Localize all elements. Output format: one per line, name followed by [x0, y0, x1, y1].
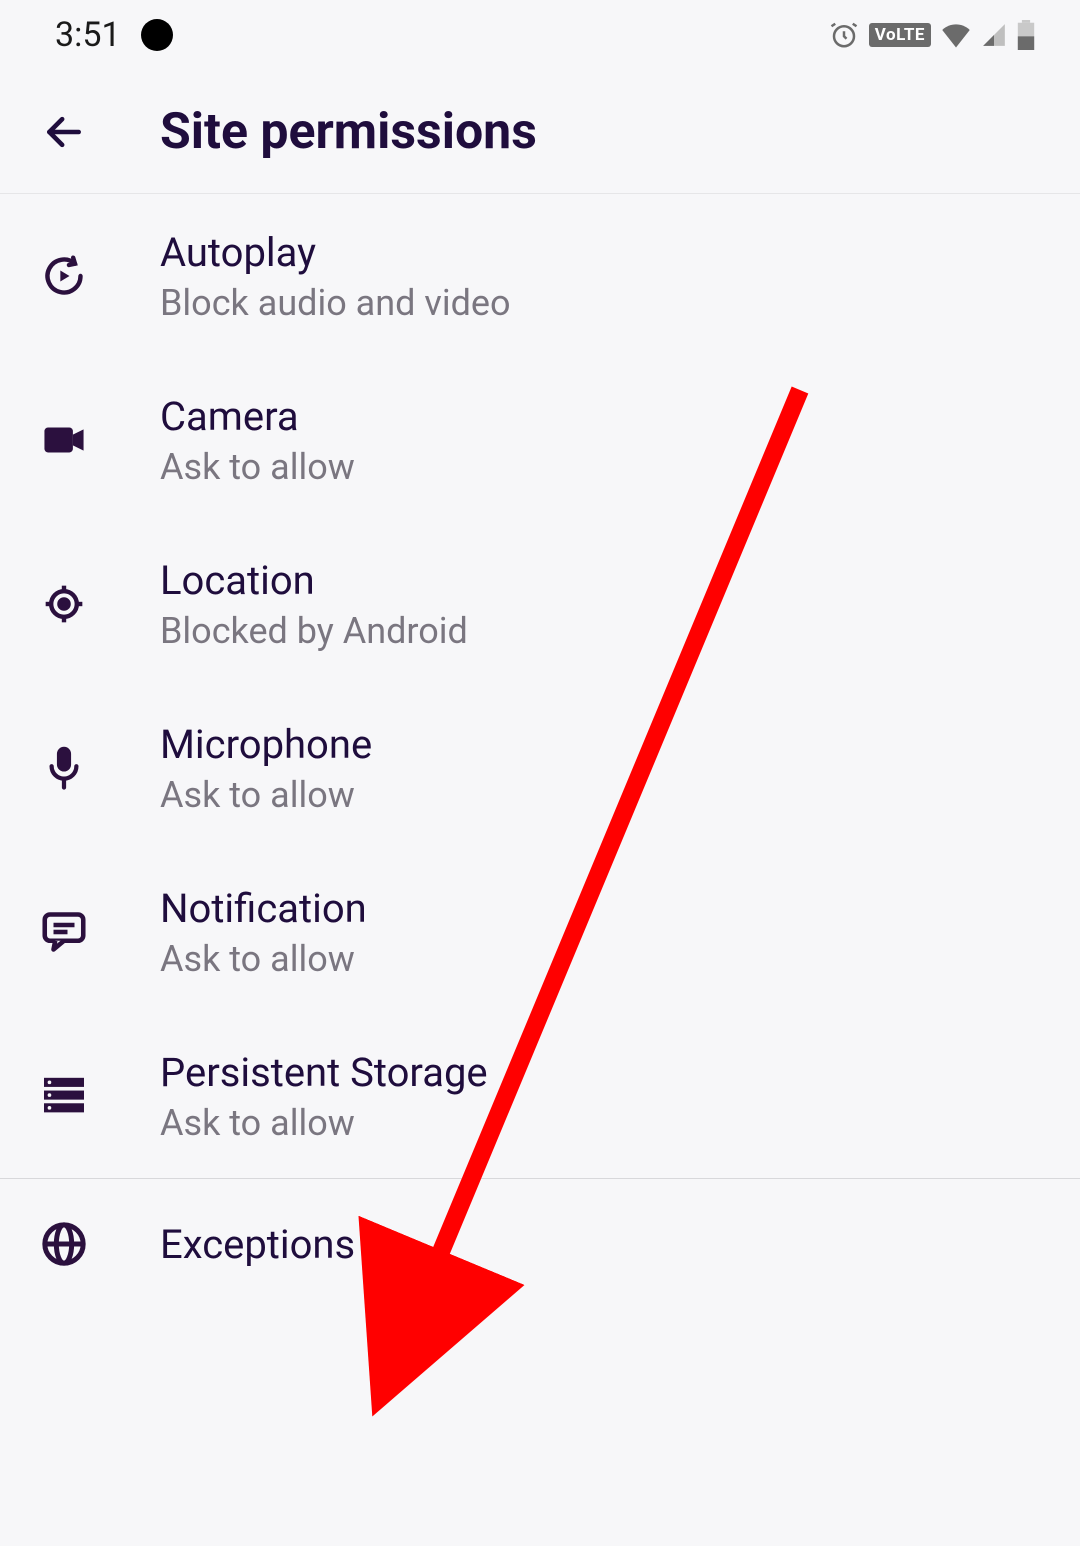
alarm-icon [829, 20, 859, 50]
permission-row-camera[interactable]: Camera Ask to allow [0, 358, 1080, 522]
exceptions-row[interactable]: Exceptions [0, 1179, 1080, 1309]
row-title: Location [160, 557, 468, 604]
row-text: Persistent Storage Ask to allow [160, 1049, 488, 1144]
battery-icon [1017, 20, 1035, 50]
row-subtitle: Ask to allow [160, 938, 367, 980]
row-text: Autoplay Block audio and video [160, 229, 511, 324]
permission-row-microphone[interactable]: Microphone Ask to allow [0, 686, 1080, 850]
row-text: Location Blocked by Android [160, 557, 468, 652]
row-subtitle: Ask to allow [160, 774, 372, 816]
status-right: VoLTE [829, 20, 1035, 50]
app-header: Site permissions [0, 70, 1080, 194]
cellular-icon [981, 22, 1007, 48]
row-subtitle: Ask to allow [160, 1102, 488, 1144]
row-text: Microphone Ask to allow [160, 721, 372, 816]
page-title: Site permissions [160, 103, 537, 161]
row-title: Exceptions [160, 1221, 355, 1268]
status-left: 3:51 [55, 15, 173, 55]
permission-row-location[interactable]: Location Blocked by Android [0, 522, 1080, 686]
status-time: 3:51 [55, 15, 121, 55]
microphone-icon [40, 744, 88, 792]
permissions-list: Autoplay Block audio and video Camera As… [0, 194, 1080, 1309]
permission-row-autoplay[interactable]: Autoplay Block audio and video [0, 194, 1080, 358]
notification-icon [40, 908, 88, 956]
volte-icon: VoLTE [869, 23, 931, 47]
camera-icon [40, 416, 88, 464]
row-title: Microphone [160, 721, 372, 768]
row-title: Autoplay [160, 229, 511, 276]
row-subtitle: Ask to allow [160, 446, 355, 488]
row-text: Camera Ask to allow [160, 393, 355, 488]
row-subtitle: Blocked by Android [160, 610, 468, 652]
autoplay-icon [40, 252, 88, 300]
globe-icon [40, 1220, 88, 1268]
status-dot-icon [141, 19, 173, 51]
location-icon [40, 580, 88, 628]
storage-icon [40, 1072, 88, 1120]
row-title: Notification [160, 885, 367, 932]
row-title: Persistent Storage [160, 1049, 488, 1096]
row-text: Notification Ask to allow [160, 885, 367, 980]
status-bar: 3:51 VoLTE [0, 0, 1080, 70]
wifi-icon [941, 22, 971, 48]
back-button[interactable] [40, 108, 88, 156]
permission-row-storage[interactable]: Persistent Storage Ask to allow [0, 1014, 1080, 1178]
row-text: Exceptions [160, 1221, 355, 1268]
row-title: Camera [160, 393, 355, 440]
permission-row-notification[interactable]: Notification Ask to allow [0, 850, 1080, 1014]
row-subtitle: Block audio and video [160, 282, 511, 324]
